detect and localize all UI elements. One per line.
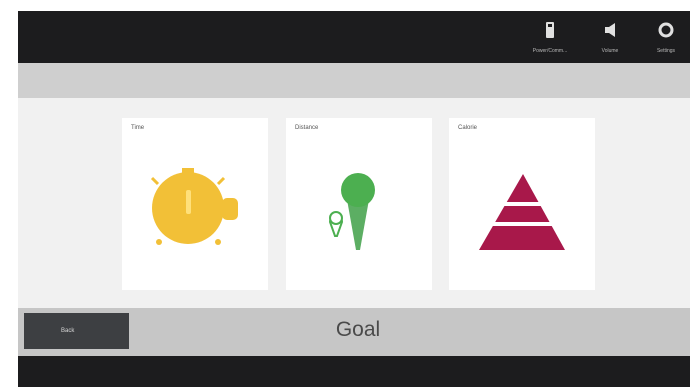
header-strip (18, 63, 690, 98)
app-screen: Power/Comm... Volume Settings Time Dista… (18, 11, 690, 387)
top-bar: Power/Comm... Volume Settings (18, 11, 690, 63)
back-button[interactable]: Back (24, 313, 129, 349)
volume-button[interactable]: Volume (582, 11, 638, 63)
settings-icon (657, 20, 675, 40)
page-title: Goal (335, 318, 381, 341)
goal-card-calorie[interactable]: Calorie (449, 118, 595, 290)
power-comm-label: Power/Comm... (532, 48, 568, 54)
volume-label: Volume (601, 48, 619, 54)
footer-bar (18, 356, 690, 387)
pyramid-icon (479, 174, 565, 250)
volume-icon (603, 20, 617, 40)
stopwatch-icon (150, 168, 238, 245)
goal-card-time[interactable]: Time (122, 118, 268, 290)
power-comm-button[interactable]: Power/Comm... (522, 11, 578, 63)
bottom-bar: Back Goal (18, 308, 690, 356)
remote-icon (545, 20, 555, 40)
goal-options-area: Time Distance Calorie (18, 98, 690, 308)
settings-button[interactable]: Settings (638, 11, 690, 63)
goal-card-distance[interactable]: Distance (286, 118, 432, 290)
map-pin-icon (328, 173, 375, 250)
settings-label: Settings (656, 48, 676, 54)
